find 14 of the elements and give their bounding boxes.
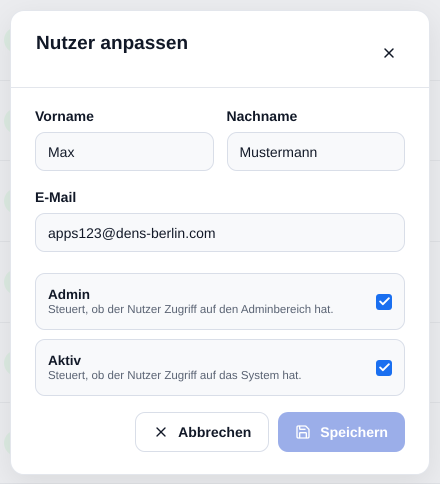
option-title: Admin — [48, 287, 91, 302]
field-label: Nachname — [226, 108, 298, 124]
option-title: Aktiv — [48, 353, 82, 368]
checkbox[interactable] — [376, 294, 392, 310]
checkbox[interactable] — [376, 360, 392, 376]
option-description: Steuert, ob der Nutzer Zugriff auf das System hat. — [48, 370, 302, 382]
field-label: Vorname — [35, 108, 95, 124]
input-field[interactable]: Mustermann — [226, 132, 405, 171]
input-field[interactable]: apps123@dens-berlin.com — [35, 213, 405, 252]
option-description: Steuert, ob der Nutzer Zugriff auf den Adminbereich hat. — [48, 304, 334, 316]
cancel-button[interactable]: Abbrechen — [135, 412, 270, 452]
save-icon — [295, 424, 312, 440]
dialog-title: Nutzer anpassen — [36, 33, 188, 55]
input-field[interactable]: Max — [35, 132, 214, 171]
